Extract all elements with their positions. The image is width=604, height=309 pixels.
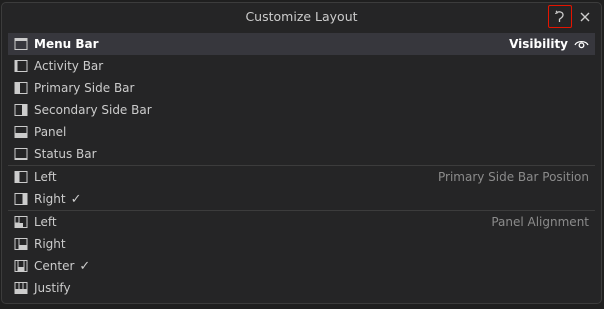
option-panel-align-left[interactable]: Left Panel Alignment [8, 211, 595, 233]
option-side-bar-left[interactable]: Left Primary Side Bar Position [8, 166, 595, 188]
option-label: Primary Side Bar [34, 81, 135, 95]
visibility-header: Visibility [509, 37, 589, 51]
side-bar-position-group-label: Primary Side Bar Position [437, 170, 589, 184]
option-label: Right [34, 192, 66, 206]
layout-options-list: Menu Bar Visibility Activity Bar Primary… [8, 33, 595, 299]
activity-bar-icon [14, 59, 28, 73]
option-panel[interactable]: Panel [8, 121, 595, 143]
option-label: Secondary Side Bar [34, 103, 152, 117]
secondary-side-bar-icon [14, 103, 28, 117]
option-label: Menu Bar [34, 37, 99, 51]
close-button[interactable] [573, 5, 597, 28]
side-bar-right-icon [14, 192, 28, 206]
option-label: Status Bar [34, 147, 97, 161]
option-side-bar-right[interactable]: Right ✓ [8, 188, 595, 210]
option-activity-bar[interactable]: Activity Bar [8, 55, 595, 77]
option-panel-align-center[interactable]: Center ✓ [8, 255, 595, 277]
panel-align-justify-icon [14, 281, 28, 295]
option-label: Activity Bar [34, 59, 104, 73]
dialog-titlebar: Customize Layout [2, 3, 601, 31]
option-label: Right [34, 237, 66, 251]
option-menu-bar[interactable]: Menu Bar Visibility [8, 33, 595, 55]
panel-align-left-icon [14, 215, 28, 229]
option-status-bar[interactable]: Status Bar [8, 143, 595, 165]
visibility-label: Visibility [509, 37, 568, 51]
status-bar-icon [14, 147, 28, 161]
check-icon: ✓ [79, 258, 91, 274]
option-label: Center [34, 259, 75, 273]
title-actions [548, 5, 597, 28]
check-icon: ✓ [70, 191, 82, 207]
option-label: Justify [34, 281, 71, 295]
panel-align-center-icon [14, 259, 28, 273]
option-label: Left [34, 170, 57, 184]
panel-align-right-icon [14, 237, 28, 251]
panel-alignment-group-label: Panel Alignment [491, 215, 589, 229]
primary-side-bar-icon [14, 81, 28, 95]
option-primary-side-bar[interactable]: Primary Side Bar [8, 77, 595, 99]
reset-button[interactable] [548, 5, 572, 28]
eye-icon [574, 40, 589, 49]
side-bar-left-icon [14, 170, 28, 184]
reset-icon [554, 10, 564, 22]
close-icon [580, 12, 590, 21]
option-label: Panel [34, 125, 67, 139]
menu-bar-icon [14, 37, 28, 51]
option-secondary-side-bar[interactable]: Secondary Side Bar [8, 99, 595, 121]
option-label: Left [34, 215, 57, 229]
panel-icon [14, 125, 28, 139]
option-panel-align-justify[interactable]: Justify [8, 277, 595, 299]
option-panel-align-right[interactable]: Right [8, 233, 595, 255]
customize-layout-dialog: Customize Layout Menu Bar Visibility Act… [1, 2, 602, 304]
dialog-title: Customize Layout [245, 9, 358, 24]
